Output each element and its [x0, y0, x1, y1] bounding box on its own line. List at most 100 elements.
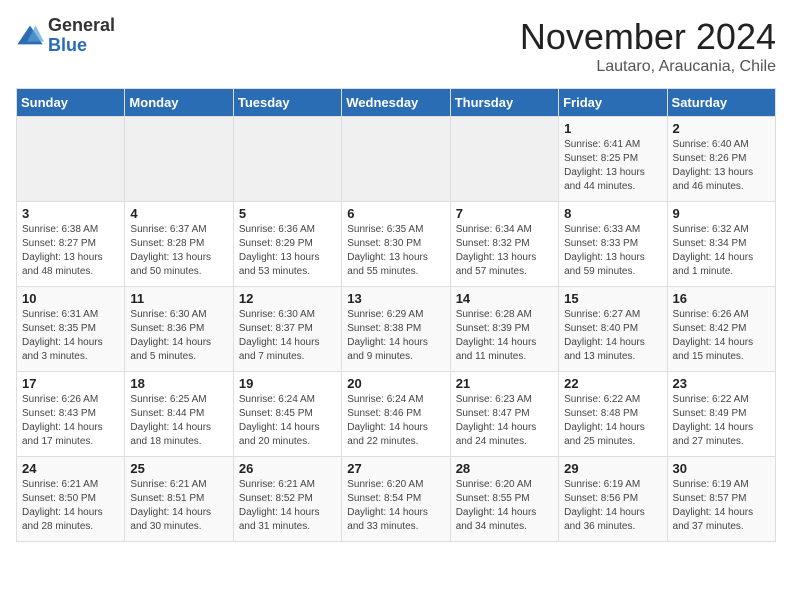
day-number: 19	[239, 376, 336, 391]
day-info: Sunrise: 6:24 AM Sunset: 8:46 PM Dayligh…	[347, 393, 444, 449]
day-info: Sunrise: 6:30 AM Sunset: 8:37 PM Dayligh…	[239, 308, 336, 364]
header: General Blue November 2024 Lautaro, Arau…	[16, 16, 776, 76]
calendar-cell: 16Sunrise: 6:26 AM Sunset: 8:42 PM Dayli…	[667, 287, 775, 372]
calendar-cell: 20 Sunrise: 6:24 AM Sunset: 8:46 PM Dayli…	[342, 372, 450, 457]
logo-general-text: General	[48, 16, 115, 36]
calendar-cell: 22 Sunrise: 6:22 AM Sunset: 8:48 PM Dayli…	[559, 372, 667, 457]
day-number: 30	[673, 461, 770, 476]
calendar-cell: 15 Sunrise: 6:27 AM Sunset: 8:40 PM Dayli…	[559, 287, 667, 372]
location-title: Lautaro, Araucania, Chile	[520, 58, 776, 76]
day-number: 11	[130, 291, 227, 306]
day-info: Sunrise: 6:35 AM Sunset: 8:30 PM Dayligh…	[347, 223, 444, 279]
day-info: Sunrise: 6:22 AM Sunset: 8:48 PM Dayligh…	[564, 393, 661, 449]
day-info: Sunrise: 6:19 AM Sunset: 8:57 PM Dayligh…	[673, 478, 770, 534]
calendar-cell: 25Sunrise: 6:21 AM Sunset: 8:51 PM Dayli…	[125, 457, 233, 542]
logo: General Blue	[16, 16, 115, 56]
day-number: 23	[673, 376, 770, 391]
calendar-cell: 19 Sunrise: 6:24 AM Sunset: 8:45 PM Dayli…	[233, 372, 341, 457]
day-info: Sunrise: 6:19 AM Sunset: 8:56 PM Dayligh…	[564, 478, 661, 534]
day-info: Sunrise: 6:20 AM Sunset: 8:54 PM Dayligh…	[347, 478, 444, 534]
week-row-3: 10Sunrise: 6:31 AM Sunset: 8:35 PM Dayli…	[17, 287, 776, 372]
day-info: Sunrise: 6:33 AM Sunset: 8:33 PM Dayligh…	[564, 223, 661, 279]
calendar-cell: 12 Sunrise: 6:30 AM Sunset: 8:37 PM Dayli…	[233, 287, 341, 372]
header-thursday: Thursday	[450, 89, 558, 117]
day-number: 5	[239, 206, 336, 221]
day-info: Sunrise: 6:34 AM Sunset: 8:32 PM Dayligh…	[456, 223, 553, 279]
calendar-cell: 3 Sunrise: 6:38 AM Sunset: 8:27 PM Daylig…	[17, 202, 125, 287]
day-number: 28	[456, 461, 553, 476]
calendar-cell: 13 Sunrise: 6:29 AM Sunset: 8:38 PM Dayli…	[342, 287, 450, 372]
month-title: November 2024	[520, 16, 776, 58]
calendar-cell: 6Sunrise: 6:35 AM Sunset: 8:30 PM Daylig…	[342, 202, 450, 287]
header-saturday: Saturday	[667, 89, 775, 117]
week-row-2: 3 Sunrise: 6:38 AM Sunset: 8:27 PM Daylig…	[17, 202, 776, 287]
day-info: Sunrise: 6:38 AM Sunset: 8:27 PM Dayligh…	[22, 223, 119, 279]
day-info: Sunrise: 6:27 AM Sunset: 8:40 PM Dayligh…	[564, 308, 661, 364]
day-number: 16	[673, 291, 770, 306]
calendar-cell: 10Sunrise: 6:31 AM Sunset: 8:35 PM Dayli…	[17, 287, 125, 372]
day-info: Sunrise: 6:40 AM Sunset: 8:26 PM Dayligh…	[673, 138, 770, 194]
day-info: Sunrise: 6:21 AM Sunset: 8:50 PM Dayligh…	[22, 478, 119, 534]
calendar-cell	[17, 117, 125, 202]
logo-icon	[16, 22, 44, 50]
week-row-1: 1Sunrise: 6:41 AM Sunset: 8:25 PM Daylig…	[17, 117, 776, 202]
day-number: 14	[456, 291, 553, 306]
calendar-cell: 18Sunrise: 6:25 AM Sunset: 8:44 PM Dayli…	[125, 372, 233, 457]
weekday-header-row: SundayMondayTuesdayWednesdayThursdayFrid…	[17, 89, 776, 117]
day-number: 17	[22, 376, 119, 391]
calendar-cell	[450, 117, 558, 202]
day-info: Sunrise: 6:21 AM Sunset: 8:51 PM Dayligh…	[130, 478, 227, 534]
day-info: Sunrise: 6:25 AM Sunset: 8:44 PM Dayligh…	[130, 393, 227, 449]
calendar-cell: 24 Sunrise: 6:21 AM Sunset: 8:50 PM Dayli…	[17, 457, 125, 542]
week-row-5: 24 Sunrise: 6:21 AM Sunset: 8:50 PM Dayli…	[17, 457, 776, 542]
calendar-cell	[342, 117, 450, 202]
day-number: 20	[347, 376, 444, 391]
calendar-cell: 27Sunrise: 6:20 AM Sunset: 8:54 PM Dayli…	[342, 457, 450, 542]
day-info: Sunrise: 6:37 AM Sunset: 8:28 PM Dayligh…	[130, 223, 227, 279]
day-number: 8	[564, 206, 661, 221]
calendar-cell: 30 Sunrise: 6:19 AM Sunset: 8:57 PM Dayli…	[667, 457, 775, 542]
calendar-cell: 28 Sunrise: 6:20 AM Sunset: 8:55 PM Dayli…	[450, 457, 558, 542]
header-wednesday: Wednesday	[342, 89, 450, 117]
day-info: Sunrise: 6:26 AM Sunset: 8:43 PM Dayligh…	[22, 393, 119, 449]
day-info: Sunrise: 6:30 AM Sunset: 8:36 PM Dayligh…	[130, 308, 227, 364]
day-number: 2	[673, 121, 770, 136]
calendar-cell: 9Sunrise: 6:32 AM Sunset: 8:34 PM Daylig…	[667, 202, 775, 287]
day-number: 13	[347, 291, 444, 306]
day-number: 4	[130, 206, 227, 221]
day-info: Sunrise: 6:36 AM Sunset: 8:29 PM Dayligh…	[239, 223, 336, 279]
header-monday: Monday	[125, 89, 233, 117]
header-friday: Friday	[559, 89, 667, 117]
logo-blue-text: Blue	[48, 36, 115, 56]
calendar-cell: 17 Sunrise: 6:26 AM Sunset: 8:43 PM Dayli…	[17, 372, 125, 457]
calendar-cell	[233, 117, 341, 202]
day-info: Sunrise: 6:32 AM Sunset: 8:34 PM Dayligh…	[673, 223, 770, 279]
day-info: Sunrise: 6:24 AM Sunset: 8:45 PM Dayligh…	[239, 393, 336, 449]
day-info: Sunrise: 6:22 AM Sunset: 8:49 PM Dayligh…	[673, 393, 770, 449]
day-number: 24	[22, 461, 119, 476]
calendar-cell: 4 Sunrise: 6:37 AM Sunset: 8:28 PM Daylig…	[125, 202, 233, 287]
calendar-cell: 11 Sunrise: 6:30 AM Sunset: 8:36 PM Dayli…	[125, 287, 233, 372]
header-sunday: Sunday	[17, 89, 125, 117]
day-number: 21	[456, 376, 553, 391]
day-number: 26	[239, 461, 336, 476]
calendar-cell: 7 Sunrise: 6:34 AM Sunset: 8:32 PM Daylig…	[450, 202, 558, 287]
calendar-cell: 29Sunrise: 6:19 AM Sunset: 8:56 PM Dayli…	[559, 457, 667, 542]
day-info: Sunrise: 6:29 AM Sunset: 8:38 PM Dayligh…	[347, 308, 444, 364]
calendar-cell: 8 Sunrise: 6:33 AM Sunset: 8:33 PM Daylig…	[559, 202, 667, 287]
day-info: Sunrise: 6:20 AM Sunset: 8:55 PM Dayligh…	[456, 478, 553, 534]
week-row-4: 17 Sunrise: 6:26 AM Sunset: 8:43 PM Dayli…	[17, 372, 776, 457]
calendar-cell: 26Sunrise: 6:21 AM Sunset: 8:52 PM Dayli…	[233, 457, 341, 542]
day-info: Sunrise: 6:31 AM Sunset: 8:35 PM Dayligh…	[22, 308, 119, 364]
header-tuesday: Tuesday	[233, 89, 341, 117]
day-number: 15	[564, 291, 661, 306]
calendar-cell: 2 Sunrise: 6:40 AM Sunset: 8:26 PM Daylig…	[667, 117, 775, 202]
day-number: 22	[564, 376, 661, 391]
day-number: 12	[239, 291, 336, 306]
calendar-cell: 23 Sunrise: 6:22 AM Sunset: 8:49 PM Dayli…	[667, 372, 775, 457]
day-number: 1	[564, 121, 661, 136]
day-info: Sunrise: 6:23 AM Sunset: 8:47 PM Dayligh…	[456, 393, 553, 449]
day-number: 7	[456, 206, 553, 221]
calendar-table: SundayMondayTuesdayWednesdayThursdayFrid…	[16, 88, 776, 542]
day-number: 3	[22, 206, 119, 221]
